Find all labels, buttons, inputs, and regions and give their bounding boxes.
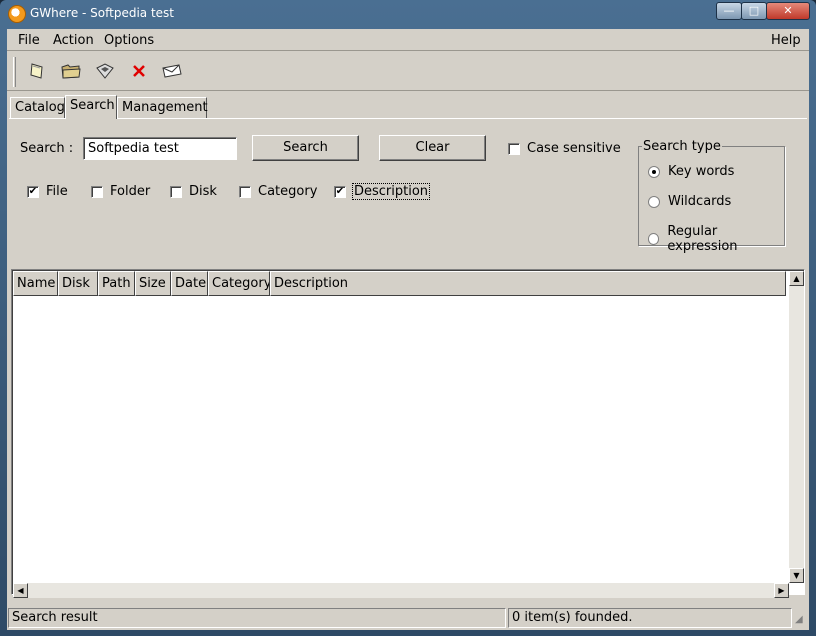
search-type-legend: Search type	[642, 139, 722, 154]
window-title: GWhere - Softpedia test	[30, 6, 175, 20]
menu-action[interactable]: Action	[53, 33, 94, 48]
save-disk-icon[interactable]	[93, 60, 117, 82]
menu-bar: File Action Options Help	[7, 29, 809, 51]
checkbox-box: ✔	[334, 185, 346, 198]
search-button[interactable]: Search	[252, 135, 359, 161]
status-left: Search result	[8, 608, 506, 628]
horizontal-scrollbar[interactable]: ◀ ▶	[13, 583, 789, 598]
column-header-path[interactable]: Path	[98, 271, 135, 296]
checkbox-label: File	[46, 184, 68, 199]
tab-catalog[interactable]: Catalog	[10, 97, 65, 119]
resize-grip-icon[interactable]: ◢	[795, 614, 807, 628]
radio-label: Regular expression	[667, 224, 738, 254]
radio-label: Key words	[668, 164, 735, 179]
filter-disk-checkbox[interactable]: Disk	[170, 184, 217, 199]
scroll-down-icon[interactable]: ▼	[789, 568, 804, 583]
scroll-up-icon[interactable]: ▲	[789, 271, 804, 286]
results-table[interactable]: Name Disk Path Size Date Category Descri…	[11, 269, 805, 598]
radio-label: Wildcards	[668, 194, 732, 209]
filter-category-checkbox[interactable]: Category	[239, 184, 317, 199]
checkbox-box: ✔	[27, 185, 39, 198]
column-header-category[interactable]: Category	[208, 271, 270, 296]
checkbox-label: Folder	[110, 184, 151, 199]
status-bar: Search result 0 item(s) founded. ◢	[7, 606, 809, 630]
column-header-date[interactable]: Date	[171, 271, 208, 296]
minimize-button[interactable]: —	[716, 2, 742, 20]
checkbox-label: Case sensitive	[527, 141, 621, 156]
checkbox-box	[170, 185, 182, 198]
case-sensitive-checkbox[interactable]: Case sensitive	[508, 141, 621, 156]
scroll-left-icon[interactable]: ◀	[13, 583, 28, 598]
column-header-size[interactable]: Size	[135, 271, 171, 296]
radio-wildcards[interactable]: Wildcards	[648, 194, 731, 209]
client-area: File Action Options Help Catalog Search …	[7, 29, 809, 630]
mail-icon[interactable]	[160, 60, 184, 82]
toolbar	[7, 53, 809, 91]
checkbox-label: Category	[258, 184, 318, 199]
open-folder-icon[interactable]	[59, 60, 83, 82]
column-header-description[interactable]: Description	[270, 271, 786, 296]
menu-help[interactable]: Help	[771, 33, 801, 48]
filter-folder-checkbox[interactable]: Folder	[91, 184, 150, 199]
checkbox-label: Disk	[189, 184, 217, 199]
radio-regular-expression[interactable]: Regular expression	[648, 224, 784, 254]
checkbox-box	[239, 185, 251, 198]
app-icon	[8, 5, 26, 23]
table-header: Name Disk Path Size Date Category Descri…	[13, 271, 786, 296]
search-input[interactable]	[83, 137, 237, 160]
search-type-group: Search type Key words Wildcards Regular …	[638, 139, 785, 254]
close-button[interactable]: ✕	[766, 2, 810, 20]
filter-description-checkbox[interactable]: ✔ Description	[334, 183, 431, 200]
scroll-right-icon[interactable]: ▶	[774, 583, 789, 598]
menu-options[interactable]: Options	[104, 33, 154, 48]
column-header-name[interactable]: Name	[13, 271, 58, 296]
search-label: Search :	[20, 141, 74, 156]
title-bar[interactable]: GWhere - Softpedia test — □ ✕	[0, 0, 816, 28]
checkbox-box	[508, 142, 520, 155]
menu-file[interactable]: File	[18, 33, 40, 48]
checkbox-label: Description	[351, 183, 431, 200]
radio-dot	[648, 195, 660, 208]
maximize-button[interactable]: □	[741, 2, 767, 20]
filter-file-checkbox[interactable]: ✔ File	[27, 184, 68, 199]
application-window: GWhere - Softpedia test — □ ✕ File Actio…	[0, 0, 816, 636]
tab-search[interactable]: Search	[65, 95, 117, 119]
tab-management[interactable]: Management	[117, 97, 208, 119]
status-right: 0 item(s) founded.	[508, 608, 792, 628]
radio-dot	[648, 165, 660, 178]
column-header-disk[interactable]: Disk	[58, 271, 98, 296]
clear-button[interactable]: Clear	[379, 135, 486, 161]
delete-icon[interactable]	[127, 60, 151, 82]
vertical-scrollbar[interactable]: ▲ ▼	[789, 271, 804, 583]
radio-dot	[648, 233, 660, 245]
new-catalog-icon[interactable]	[25, 60, 49, 82]
toolbar-grip[interactable]	[13, 57, 16, 87]
checkbox-box	[91, 185, 103, 198]
radio-key-words[interactable]: Key words	[648, 164, 734, 179]
